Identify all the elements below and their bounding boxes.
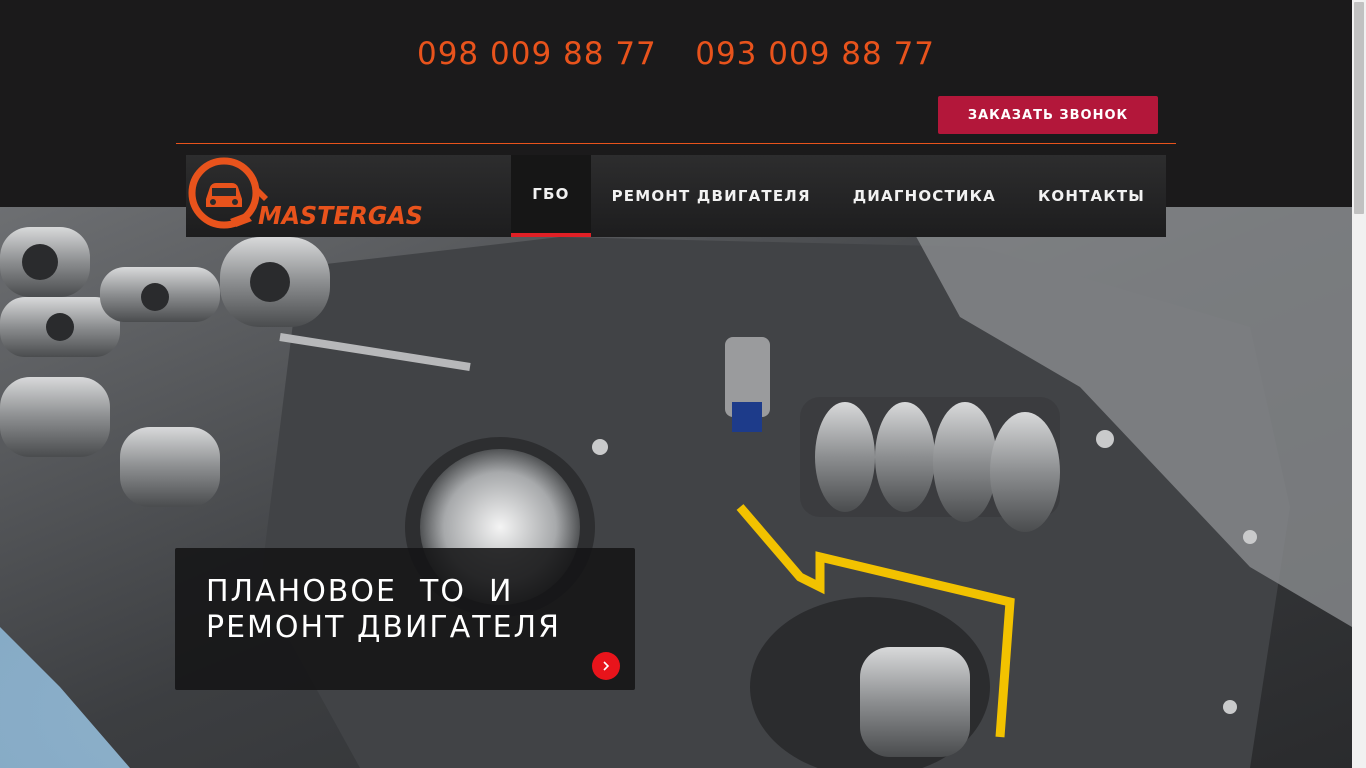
order-call-button[interactable]: ЗАКАЗАТЬ ЗВОНОК	[938, 96, 1158, 134]
nav-item-diagnostics[interactable]: ДИАГНОСТИКА	[832, 155, 1017, 237]
slide-next-button[interactable]	[592, 652, 620, 680]
phone-numbers: 098 009 88 77 093 009 88 77	[0, 36, 1352, 72]
nav-item-engine-repair[interactable]: РЕМОНТ ДВИГАТЕЛЯ	[591, 155, 832, 237]
phone-link-1[interactable]: 098 009 88 77	[417, 36, 657, 72]
nav-menu: ГБО РЕМОНТ ДВИГАТЕЛЯ ДИАГНОСТИКА КОНТАКТ…	[511, 155, 1166, 237]
nav-item-gbo[interactable]: ГБО	[511, 155, 591, 237]
nav-item-contacts[interactable]: КОНТАКТЫ	[1017, 155, 1166, 237]
phone-link-2[interactable]: 093 009 88 77	[695, 36, 935, 72]
chevron-right-icon	[603, 661, 610, 671]
slide-caption: ПЛАНОВОЕ ТО И РЕМОНТ ДВИГАТЕЛЯ	[175, 548, 635, 690]
slide-title-line2: РЕМОНТ ДВИГАТЕЛЯ	[206, 610, 561, 645]
scrollbar-thumb[interactable]	[1354, 2, 1364, 214]
slide-title: ПЛАНОВОЕ ТО И РЕМОНТ ДВИГАТЕЛЯ	[206, 574, 616, 646]
mastergas-logo[interactable]: MASTERGAS	[186, 155, 476, 237]
page-scrollbar[interactable]	[1352, 0, 1366, 768]
header-divider	[176, 143, 1176, 144]
slide-title-line1: ПЛАНОВОЕ ТО И	[206, 574, 514, 609]
logo-text: MASTERGAS	[258, 201, 423, 230]
main-navbar: MASTERGAS ГБО РЕМОНТ ДВИГАТЕЛЯ ДИАГНОСТИ…	[186, 155, 1166, 237]
